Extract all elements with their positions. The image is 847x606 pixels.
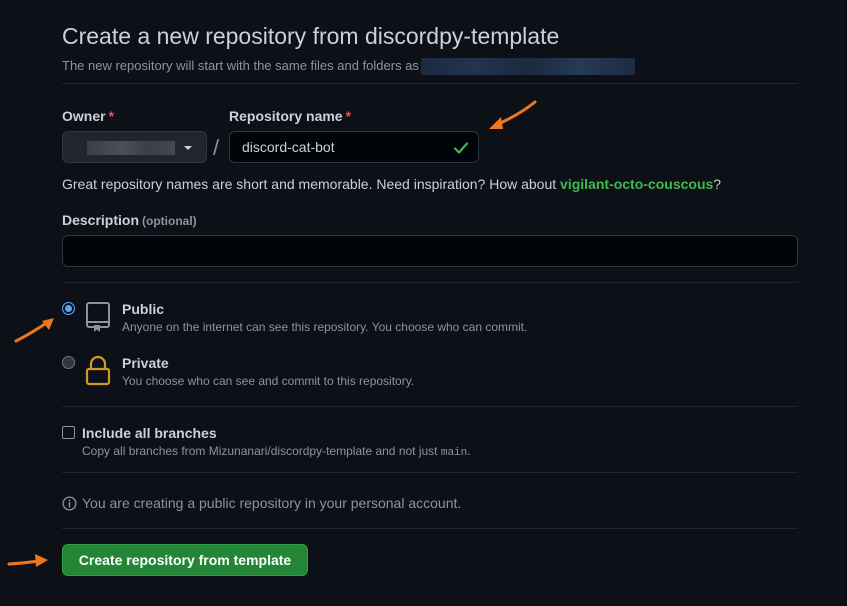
private-description: You choose who can see and commit to thi… <box>122 374 415 388</box>
branches-desc-text: Copy all branches from Mizunanari/discor… <box>82 444 441 458</box>
public-radio[interactable] <box>62 302 75 315</box>
create-repository-button[interactable]: Create repository from template <box>62 544 308 576</box>
include-branches-title: Include all branches <box>82 425 217 441</box>
required-mark: * <box>345 108 352 124</box>
owner-select[interactable] <box>62 131 207 163</box>
page-subtitle: The new repository will start with the s… <box>62 58 635 76</box>
public-title: Public <box>122 301 165 317</box>
repo-name-input[interactable] <box>229 131 479 163</box>
description-label: Description (optional) <box>62 212 197 228</box>
branch-code: main <box>440 447 468 459</box>
divider <box>62 472 798 473</box>
info-message: You are creating a public repository in … <box>62 495 461 511</box>
divider <box>62 282 798 283</box>
repo-name-label: Repository name * <box>229 108 351 124</box>
private-title: Private <box>122 355 169 371</box>
divider <box>62 406 798 407</box>
owner-label: Owner * <box>62 108 114 124</box>
caret-down-icon <box>184 146 192 150</box>
public-description: Anyone on the internet can see this repo… <box>122 320 528 334</box>
hint-suffix: ? <box>713 176 722 192</box>
owner-repo-separator: / <box>213 135 220 160</box>
divider <box>62 528 798 529</box>
description-label-text: Description <box>62 212 140 228</box>
lock-icon <box>85 355 111 386</box>
include-branches-checkbox[interactable] <box>62 426 75 439</box>
info-icon <box>62 495 77 511</box>
required-mark: * <box>108 108 115 124</box>
redacted-username <box>420 58 635 76</box>
arrow-annotation-icon <box>489 100 537 129</box>
info-text: You are creating a public repository in … <box>82 495 462 511</box>
description-input[interactable] <box>62 235 798 267</box>
private-radio[interactable] <box>62 356 75 369</box>
branches-desc-suffix: . <box>467 444 471 458</box>
suggested-name-link[interactable]: vigilant-octo-couscous <box>560 176 713 192</box>
hint-text: Great repository names are short and mem… <box>62 176 561 192</box>
include-branches-description: Copy all branches from Mizunanari/discor… <box>82 444 471 459</box>
subtitle-text: The new repository will start with the s… <box>62 58 419 73</box>
divider <box>62 83 798 84</box>
owner-label-text: Owner <box>62 108 106 124</box>
arrow-annotation-icon <box>14 318 54 343</box>
redacted-owner <box>87 141 175 155</box>
check-icon <box>453 142 469 154</box>
repo-icon <box>86 302 110 332</box>
page-title: Create a new repository from discordpy-t… <box>62 23 560 49</box>
repo-name-label-text: Repository name <box>229 108 343 124</box>
arrow-annotation-icon <box>7 554 48 567</box>
optional-tag: (optional) <box>142 214 197 228</box>
repo-name-hint: Great repository names are short and mem… <box>62 176 721 192</box>
